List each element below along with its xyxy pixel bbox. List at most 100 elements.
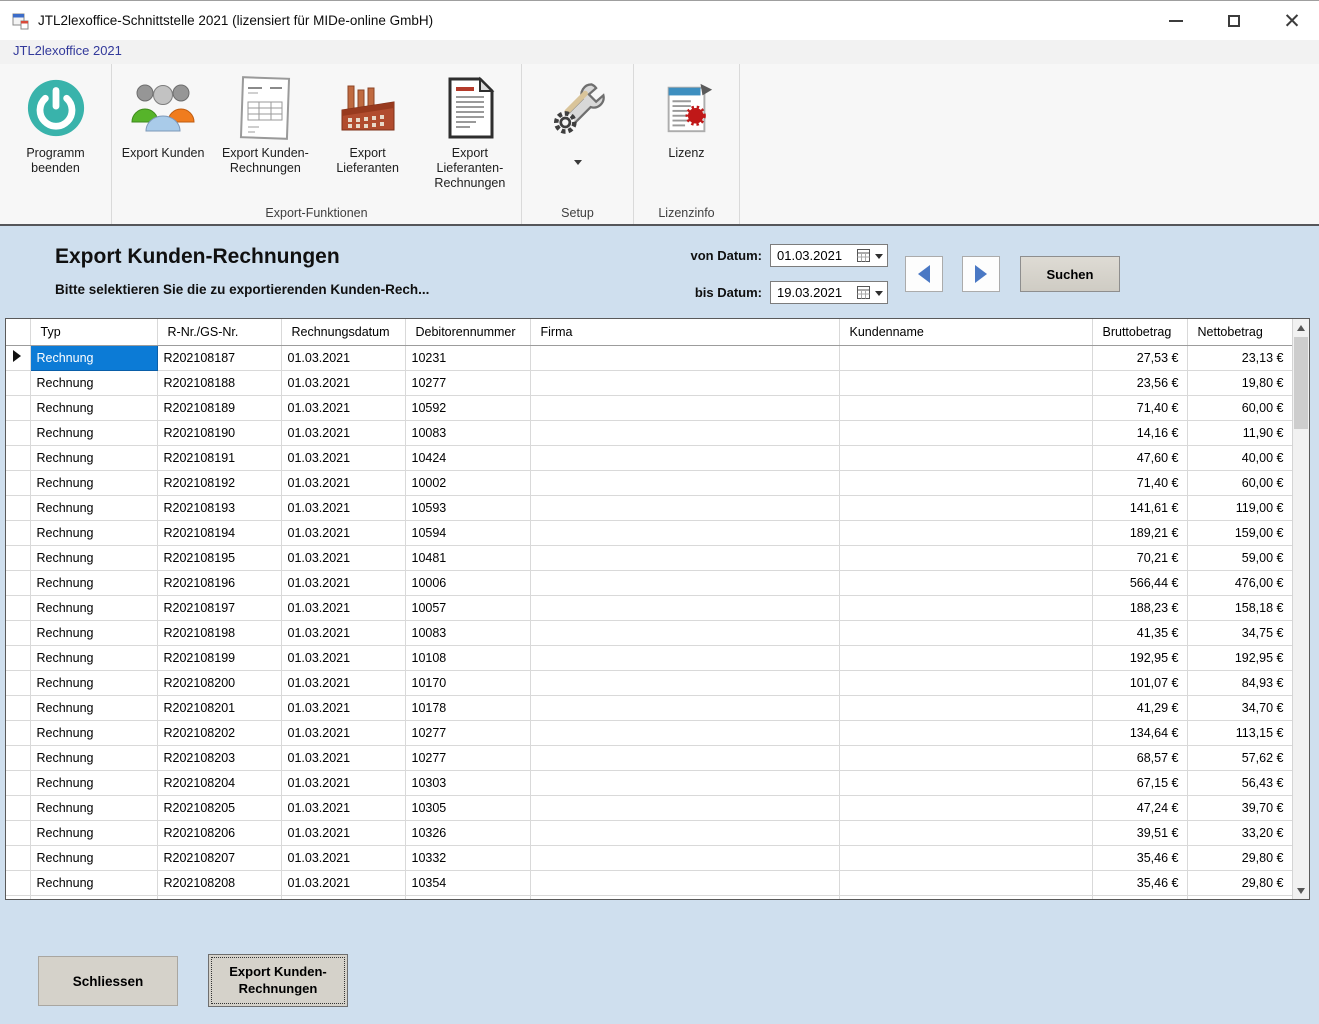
cell-kundenname[interactable] xyxy=(839,345,1092,370)
cell-rechnungsdatum[interactable]: 01.03.2021 xyxy=(281,820,405,845)
cell-rnr[interactable]: R202108202 xyxy=(157,720,281,745)
table-row[interactable]: RechnungR20210820501.03.20211030547,24 €… xyxy=(6,795,1292,820)
cell-rnr[interactable]: R202108196 xyxy=(157,570,281,595)
scrollbar-thumb[interactable] xyxy=(1294,337,1308,429)
cell-kundenname[interactable] xyxy=(839,520,1092,545)
cell-debitorennummer[interactable]: 10108 xyxy=(405,645,530,670)
cell-bruttobetrag[interactable]: 67,15 € xyxy=(1092,770,1187,795)
cell-kundenname[interactable] xyxy=(839,820,1092,845)
minimize-button[interactable] xyxy=(1153,1,1199,41)
cell-typ[interactable]: Rechnung xyxy=(30,370,157,395)
cell-debitorennummer[interactable]: 10178 xyxy=(405,695,530,720)
cell-rnr[interactable]: R202108198 xyxy=(157,620,281,645)
cell-rechnungsdatum[interactable]: 01.03.2021 xyxy=(281,770,405,795)
cell-rechnungsdatum[interactable]: 01.03.2021 xyxy=(281,395,405,420)
row-selector[interactable] xyxy=(6,745,30,770)
cell-rechnungsdatum[interactable]: 01.03.2021 xyxy=(281,445,405,470)
cell-typ[interactable]: Rechnung xyxy=(30,745,157,770)
cell-kundenname[interactable] xyxy=(839,570,1092,595)
row-selector[interactable] xyxy=(6,570,30,595)
table-row[interactable]: RechnungR20210820401.03.20211030367,15 €… xyxy=(6,770,1292,795)
cell-bruttobetrag[interactable]: 27,53 € xyxy=(1092,345,1187,370)
cell-kundenname[interactable] xyxy=(839,870,1092,895)
cell-rechnungsdatum[interactable]: 01.03.2021 xyxy=(281,595,405,620)
cell-kundenname[interactable] xyxy=(839,395,1092,420)
cell-typ[interactable]: Rechnung xyxy=(30,620,157,645)
cell-rnr[interactable]: R202108200 xyxy=(157,670,281,695)
table-row[interactable]: RechnungR20210818801.03.20211027723,56 €… xyxy=(6,370,1292,395)
scroll-down-button[interactable] xyxy=(1293,882,1309,899)
cell-typ[interactable]: Rechnung xyxy=(30,820,157,845)
cell-debitorennummer[interactable]: 10277 xyxy=(405,720,530,745)
cell-debitorennummer[interactable]: 10277 xyxy=(405,370,530,395)
cell-bruttobetrag[interactable]: 566,44 € xyxy=(1092,570,1187,595)
row-selector[interactable] xyxy=(6,845,30,870)
cell-typ[interactable]: Rechnung xyxy=(30,670,157,695)
row-selector[interactable] xyxy=(6,645,30,670)
cell-nettobetrag[interactable]: 11,90 € xyxy=(1187,420,1292,445)
row-selector[interactable] xyxy=(6,520,30,545)
cell-bruttobetrag[interactable]: 188,23 € xyxy=(1092,595,1187,620)
cell-debitorennummer[interactable]: 10006 xyxy=(405,570,530,595)
cell-bruttobetrag[interactable]: 68,57 € xyxy=(1092,745,1187,770)
schliessen-button[interactable]: Schliessen xyxy=(38,956,178,1006)
row-selector[interactable] xyxy=(6,495,30,520)
cell-nettobetrag[interactable]: 60,00 € xyxy=(1187,395,1292,420)
cell-typ[interactable]: Rechnung xyxy=(30,445,157,470)
cell-rnr[interactable]: R202108191 xyxy=(157,445,281,470)
cell-bruttobetrag[interactable]: 71,40 € xyxy=(1092,395,1187,420)
row-selector[interactable] xyxy=(6,620,30,645)
previous-page-button[interactable] xyxy=(905,256,943,292)
calendar-icon[interactable] xyxy=(857,249,870,262)
cell-nettobetrag[interactable]: 40,00 € xyxy=(1187,445,1292,470)
cell-debitorennummer[interactable]: 10170 xyxy=(405,670,530,695)
cell-typ[interactable]: Rechnung xyxy=(30,845,157,870)
lizenz-button[interactable]: Lizenz xyxy=(635,70,739,202)
table-row[interactable]: RechnungR20210819401.03.202110594189,21 … xyxy=(6,520,1292,545)
row-selector[interactable] xyxy=(6,820,30,845)
cell-bruttobetrag[interactable]: 70,21 € xyxy=(1092,545,1187,570)
cell-debitorennummer[interactable]: 10057 xyxy=(405,595,530,620)
export-kunden-rechnungen-button[interactable]: Export Kunden- Rechnungen xyxy=(214,70,316,202)
cell-firma[interactable] xyxy=(530,845,839,870)
cell-nettobetrag[interactable]: 33,20 € xyxy=(1187,820,1292,845)
row-selector[interactable] xyxy=(6,670,30,695)
cell-kundenname[interactable] xyxy=(839,695,1092,720)
cell-rnr[interactable]: R202108206 xyxy=(157,820,281,845)
cell-kundenname[interactable] xyxy=(839,720,1092,745)
row-selector[interactable] xyxy=(6,445,30,470)
cell-rechnungsdatum[interactable]: 01.03.2021 xyxy=(281,345,405,370)
cell-kundenname[interactable] xyxy=(839,645,1092,670)
cell-kundenname[interactable] xyxy=(839,845,1092,870)
table-row[interactable]: RechnungR20210820901.03.202110424Felix F… xyxy=(6,895,1292,900)
cell-nettobetrag[interactable]: 180,00 € xyxy=(1187,895,1292,900)
row-selector[interactable] xyxy=(6,895,30,900)
row-selector[interactable] xyxy=(6,795,30,820)
cell-debitorennummer[interactable]: 10002 xyxy=(405,470,530,495)
cell-bruttobetrag[interactable]: 210,04 € xyxy=(1092,895,1187,900)
table-row[interactable]: RechnungR20210819301.03.202110593141,61 … xyxy=(6,495,1292,520)
cell-kundenname[interactable] xyxy=(839,470,1092,495)
cell-firma[interactable] xyxy=(530,420,839,445)
cell-bruttobetrag[interactable]: 41,29 € xyxy=(1092,695,1187,720)
table-row[interactable]: RechnungR20210819601.03.202110006566,44 … xyxy=(6,570,1292,595)
cell-rechnungsdatum[interactable]: 01.03.2021 xyxy=(281,795,405,820)
column-header-rechnungsdatum[interactable]: Rechnungsdatum xyxy=(281,319,405,345)
cell-typ[interactable]: Rechnung xyxy=(30,570,157,595)
cell-firma[interactable] xyxy=(530,870,839,895)
cell-rnr[interactable]: R202108203 xyxy=(157,745,281,770)
cell-rechnungsdatum[interactable]: 01.03.2021 xyxy=(281,370,405,395)
cell-typ[interactable]: Rechnung xyxy=(30,795,157,820)
row-selector[interactable] xyxy=(6,695,30,720)
cell-debitorennummer[interactable]: 10231 xyxy=(405,345,530,370)
table-row[interactable]: RechnungR20210819901.03.202110108192,95 … xyxy=(6,645,1292,670)
table-row[interactable]: RechnungR20210819201.03.20211000271,40 €… xyxy=(6,470,1292,495)
cell-debitorennummer[interactable]: 10277 xyxy=(405,745,530,770)
cell-nettobetrag[interactable]: 158,18 € xyxy=(1187,595,1292,620)
cell-typ[interactable]: Rechnung xyxy=(30,645,157,670)
cell-rnr[interactable]: R202108197 xyxy=(157,595,281,620)
cell-firma[interactable] xyxy=(530,695,839,720)
export-lieferanten-rechnungen-button[interactable]: Export Lieferanten- Rechnungen xyxy=(419,70,521,202)
cell-bruttobetrag[interactable]: 39,51 € xyxy=(1092,820,1187,845)
cell-firma[interactable] xyxy=(530,770,839,795)
